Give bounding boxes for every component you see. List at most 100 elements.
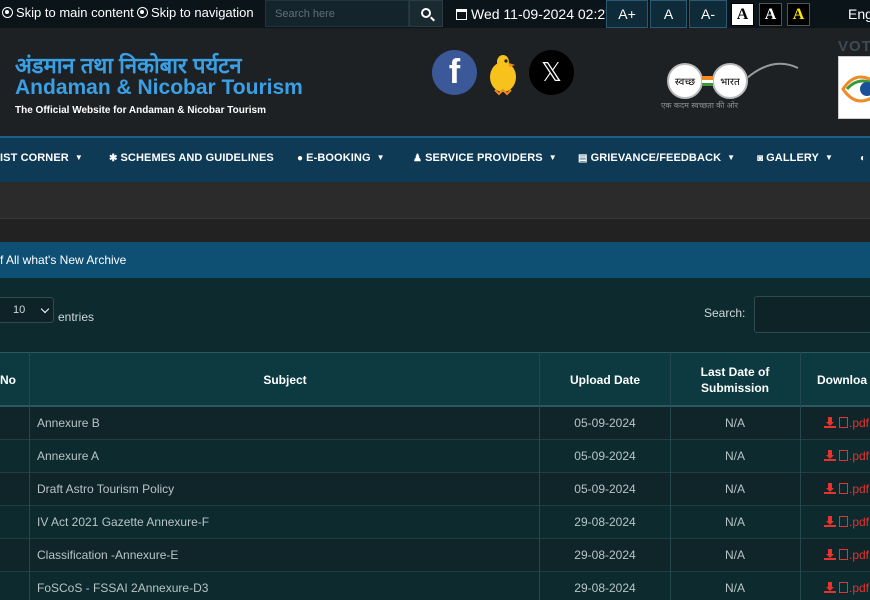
nav-item-grievance-feedback[interactable]: ▤ GRIEVANCE/FEEDBACK ▼ bbox=[578, 152, 735, 164]
font-increase-button[interactable]: A+ bbox=[606, 0, 648, 28]
download-icon bbox=[824, 483, 836, 494]
row-upload-date: 05-09-2024 bbox=[574, 416, 636, 430]
download-icon bbox=[824, 450, 836, 461]
site-search-input[interactable] bbox=[265, 0, 409, 27]
contrast-dark-button[interactable]: A bbox=[759, 3, 782, 26]
facebook-link[interactable]: f bbox=[432, 50, 477, 95]
contrast-default-button[interactable]: A bbox=[731, 3, 754, 26]
download-icon bbox=[824, 516, 836, 527]
nav-item-schemes-guidelines[interactable]: ✱ SCHEMES AND GUIDELINES bbox=[109, 152, 274, 164]
column-header-no[interactable]: No bbox=[0, 353, 30, 406]
circle-arrow-icon bbox=[2, 7, 13, 18]
row-upload-date: 29-08-2024 bbox=[574, 581, 636, 595]
pdf-file-icon bbox=[839, 582, 848, 593]
site-search-button[interactable] bbox=[409, 0, 443, 27]
caret-down-icon: ▼ bbox=[727, 153, 736, 162]
download-pdf-link[interactable]: .pdf bbox=[824, 473, 869, 505]
download-pdf-link[interactable]: .pdf bbox=[824, 539, 869, 571]
column-header-upload-date[interactable]: Upload Date bbox=[540, 353, 670, 406]
nav-item-gallery[interactable]: ◙ GALLERY ▼ bbox=[757, 152, 833, 164]
skip-to-main-link[interactable]: Skip to main content bbox=[2, 5, 134, 20]
row-subject: Classification -Annexure-E bbox=[37, 548, 179, 562]
section-heading-bar: f All what's New Archive bbox=[0, 242, 870, 278]
table-row: FoSCoS - FSSAI 2Annexure-D3 29-08-2024 N/A… bbox=[0, 572, 870, 600]
caret-down-icon: ▼ bbox=[74, 153, 83, 162]
nav-item-overflow[interactable]: ◐ bbox=[860, 152, 869, 164]
breadcrumb-bar bbox=[0, 182, 870, 218]
download-pdf-link[interactable]: .pdf bbox=[824, 407, 869, 439]
koo-link[interactable] bbox=[485, 50, 521, 96]
pdf-file-icon bbox=[839, 483, 848, 494]
site-title-english[interactable]: Andaman & Nicobar Tourism bbox=[15, 76, 303, 100]
chevron-down-icon bbox=[40, 304, 50, 314]
nav-item-tourist-corner[interactable]: IST CORNER ▼ bbox=[0, 152, 83, 164]
caret-down-icon: ▼ bbox=[548, 153, 557, 162]
column-header-subject[interactable]: Subject bbox=[30, 353, 540, 406]
calendar-icon bbox=[456, 9, 467, 20]
user-icon: ♟ bbox=[413, 153, 423, 164]
vote-label: VOTE bbox=[838, 38, 870, 55]
row-subject: IV Act 2021 Gazette Annexure-F bbox=[37, 515, 210, 529]
caret-down-icon: ▼ bbox=[376, 153, 385, 162]
row-upload-date: 05-09-2024 bbox=[574, 449, 636, 463]
swachh-tagline: एक कदम स्वच्छता की ओर bbox=[661, 101, 739, 110]
row-last-date: N/A bbox=[724, 482, 745, 496]
id-card-icon: ▤ bbox=[578, 153, 588, 164]
download-pdf-link[interactable]: .pdf bbox=[824, 506, 869, 538]
pdf-file-icon bbox=[839, 549, 848, 560]
download-icon bbox=[824, 549, 836, 560]
section-heading: f All what's New Archive bbox=[0, 253, 127, 267]
current-datetime: Wed 11-09-2024 02:27 bbox=[456, 6, 613, 22]
row-upload-date: 05-09-2024 bbox=[574, 482, 636, 496]
font-decrease-button[interactable]: A- bbox=[689, 0, 727, 28]
top-utility-bar: Skip to main content Skip to navigation … bbox=[0, 0, 870, 28]
site-tagline: The Official Website for Andaman & Nicob… bbox=[15, 105, 266, 116]
row-last-date: N/A bbox=[724, 416, 745, 430]
site-search bbox=[265, 0, 443, 27]
nav-item-e-booking[interactable]: ● E-BOOKING ▼ bbox=[297, 152, 385, 164]
row-last-date: N/A bbox=[724, 515, 745, 529]
column-divider bbox=[670, 352, 671, 600]
svg-text:स्वच्छ: स्वच्छ bbox=[675, 77, 695, 88]
nav-item-service-providers[interactable]: ♟ SERVICE PROVIDERS ▼ bbox=[413, 152, 557, 164]
row-upload-date: 29-08-2024 bbox=[574, 548, 636, 562]
contrast-yellow-button[interactable]: A bbox=[787, 3, 810, 26]
caret-down-icon: ▼ bbox=[825, 153, 834, 162]
column-divider bbox=[800, 352, 801, 600]
row-subject: Annexure A bbox=[37, 449, 100, 463]
skip-to-navigation-link[interactable]: Skip to navigation bbox=[137, 5, 254, 20]
glasses-icon: स्वच्छ भारत bbox=[667, 62, 799, 99]
koo-bird-icon bbox=[490, 55, 516, 96]
download-pdf-link[interactable]: .pdf bbox=[824, 440, 869, 472]
download-pdf-link[interactable]: .pdf bbox=[824, 572, 869, 600]
pdf-file-icon bbox=[839, 417, 848, 428]
entries-select[interactable]: 10 bbox=[0, 297, 54, 323]
x-logo-icon: 𝕏 bbox=[541, 58, 562, 88]
pdf-file-icon bbox=[839, 516, 848, 527]
x-twitter-link[interactable]: 𝕏 bbox=[529, 50, 574, 95]
table-row: Annexure B 05-09-2024 N/A .pdf bbox=[0, 407, 870, 440]
facebook-icon: f bbox=[448, 53, 461, 91]
row-subject: FoSCoS - FSSAI 2Annexure-D3 bbox=[37, 581, 209, 595]
row-upload-date: 29-08-2024 bbox=[574, 515, 636, 529]
table-row: Classification -Annexure-E 29-08-2024 N/A.… bbox=[0, 539, 870, 572]
column-header-download[interactable]: Downloa bbox=[803, 353, 870, 406]
row-subject: Draft Astro Tourism Policy bbox=[37, 482, 175, 496]
column-divider bbox=[539, 352, 540, 600]
table-header: No Subject Upload Date Last Date of Subm… bbox=[0, 352, 870, 407]
language-selector[interactable]: Eng bbox=[848, 6, 870, 22]
search-icon bbox=[421, 8, 431, 18]
svg-text:भारत: भारत bbox=[720, 77, 740, 88]
camera-icon: ◙ bbox=[757, 153, 764, 164]
row-last-date: N/A bbox=[724, 548, 745, 562]
table-search-input[interactable] bbox=[754, 296, 870, 333]
row-last-date: N/A bbox=[724, 449, 745, 463]
globe-icon: ● bbox=[297, 153, 304, 164]
column-header-last-date[interactable]: Last Date of Submission bbox=[676, 353, 794, 406]
download-icon bbox=[824, 582, 836, 593]
breadcrumb-divider bbox=[0, 218, 870, 242]
font-normal-button[interactable]: A bbox=[650, 0, 687, 28]
table-row: IV Act 2021 Gazette Annexure-F 29-08-2024… bbox=[0, 506, 870, 539]
pdf-file-icon bbox=[839, 450, 848, 461]
vote-logo[interactable] bbox=[838, 56, 870, 119]
